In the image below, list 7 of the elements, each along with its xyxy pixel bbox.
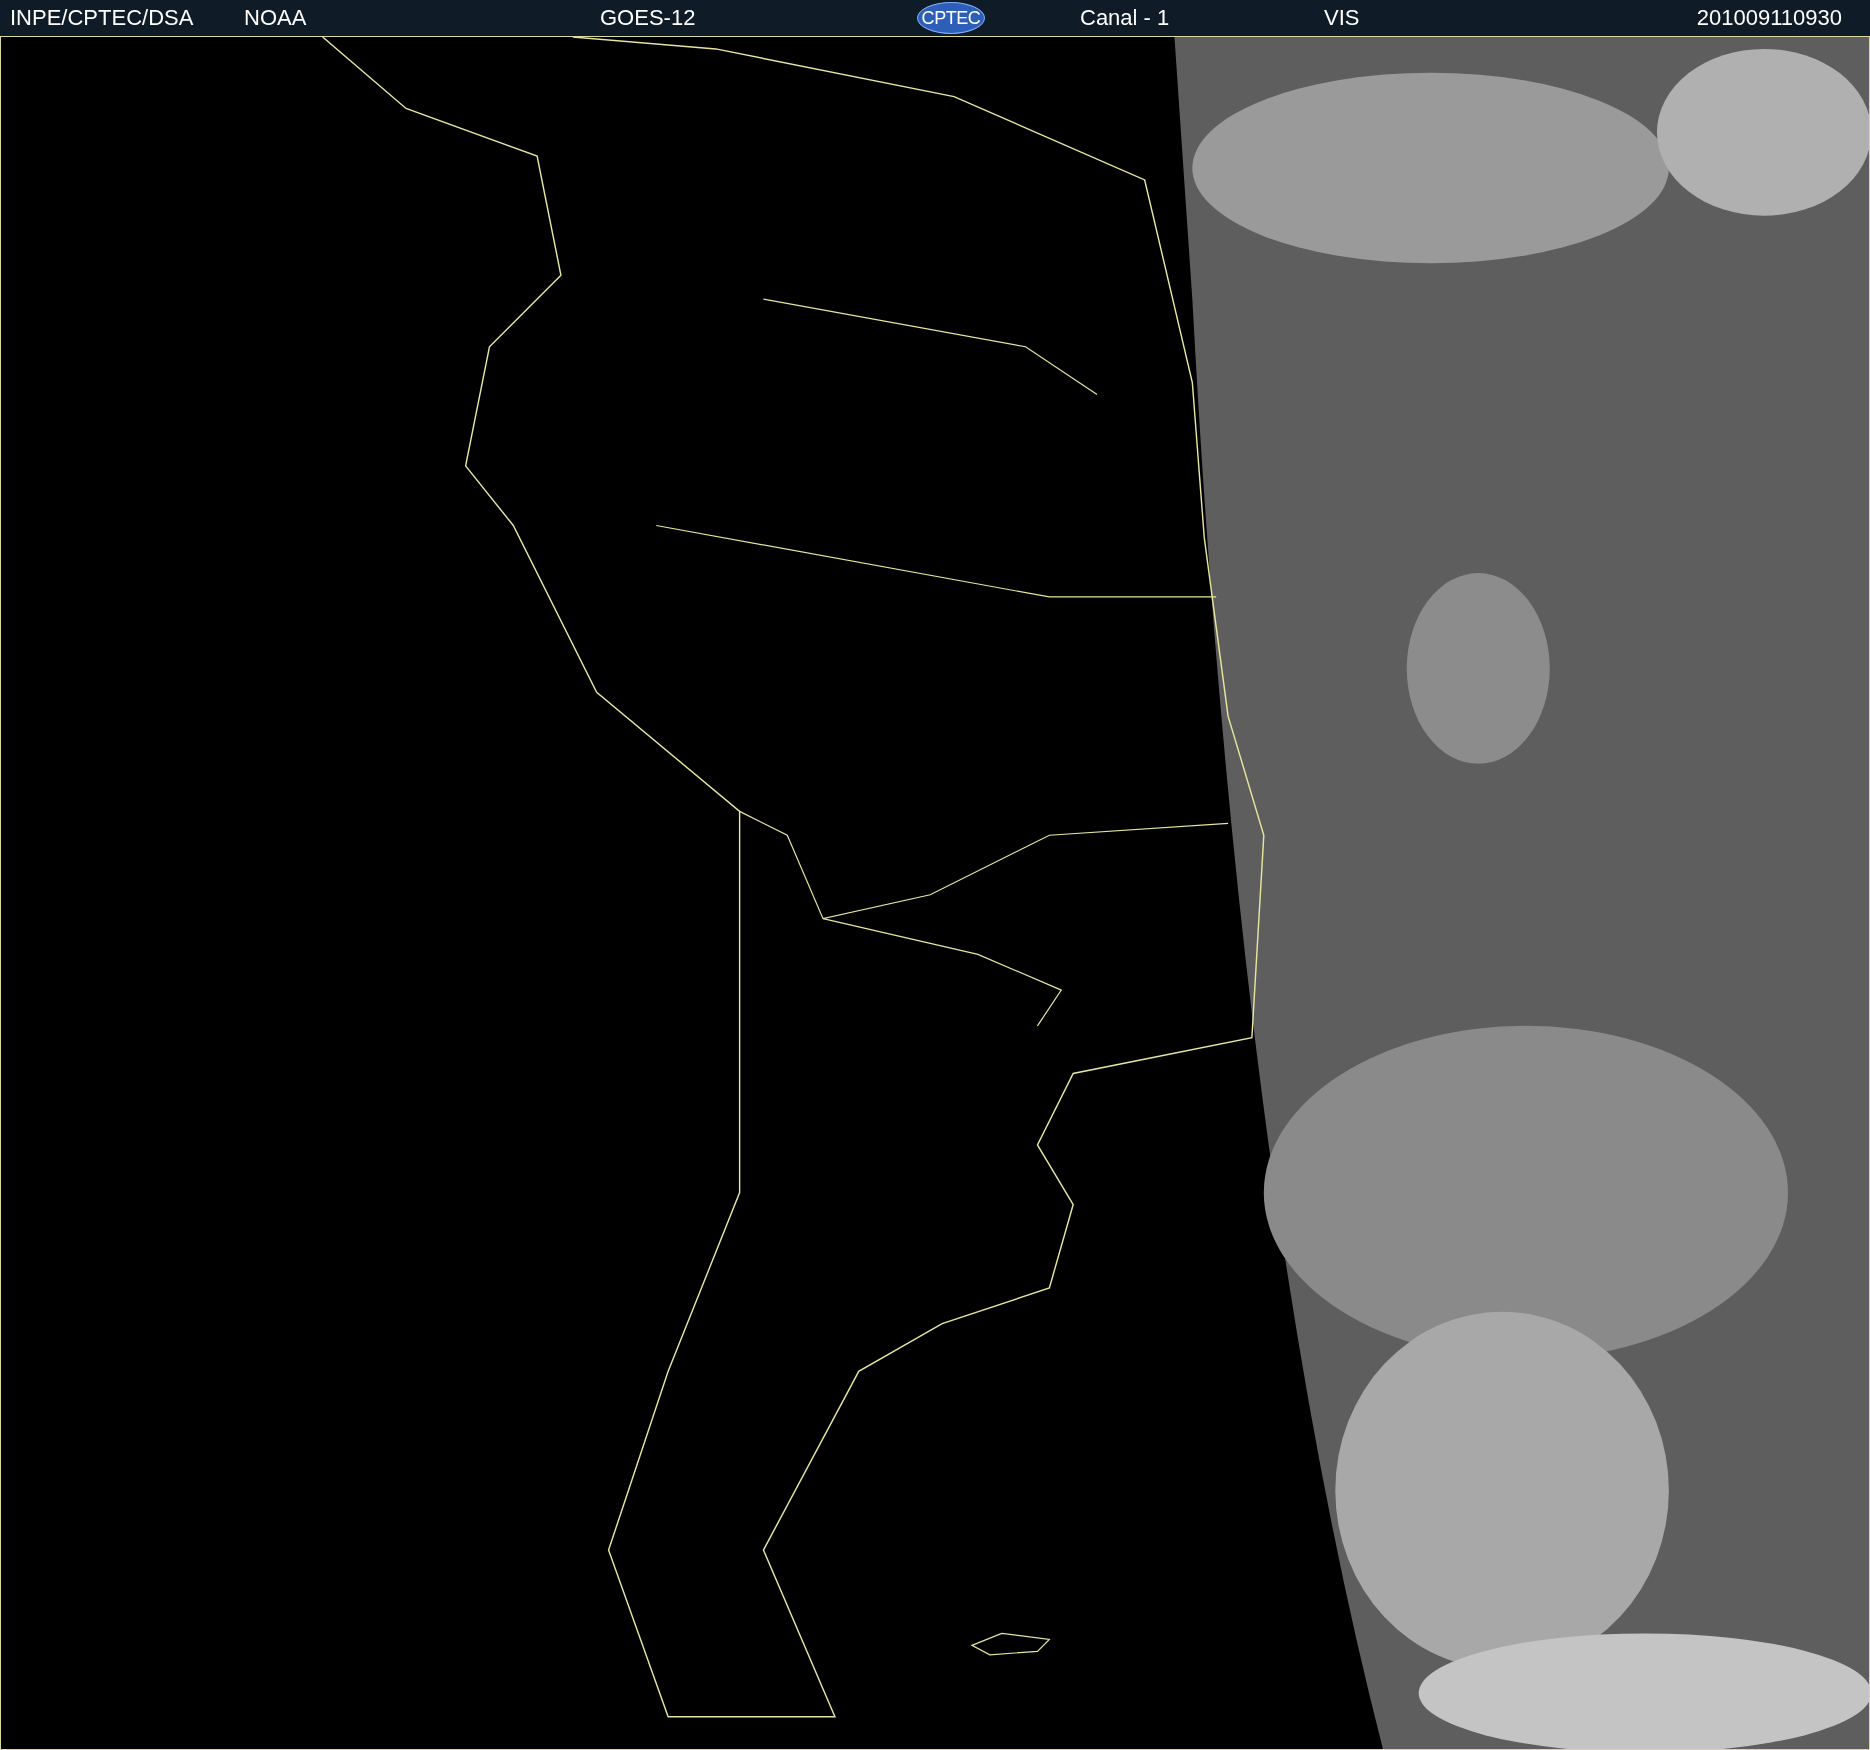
agency-label: NOAA: [244, 7, 308, 29]
band-label: VIS: [1324, 7, 1361, 29]
satellite-label: GOES-12: [600, 7, 697, 29]
source-label: INPE/CPTEC/DSA: [10, 7, 195, 29]
channel-label: Canal - 1: [1080, 7, 1171, 29]
timestamp-label: 201009110930: [1696, 7, 1843, 29]
logo: CPTEC: [917, 2, 985, 34]
